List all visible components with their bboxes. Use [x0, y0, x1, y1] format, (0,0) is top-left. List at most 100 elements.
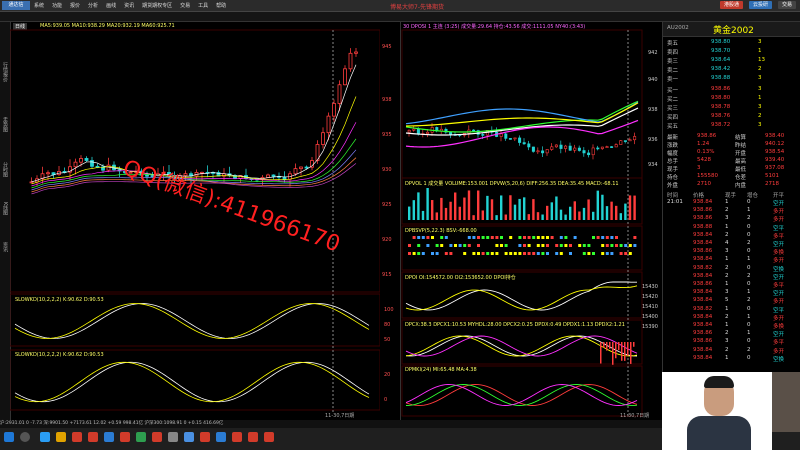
signal-dot [463, 244, 467, 247]
signal-dot [523, 244, 526, 247]
tab-trend[interactable]: 走势图 [1, 117, 9, 132]
candle-body [508, 138, 512, 140]
stat-label: 涨跌 [667, 143, 679, 149]
histogram-bar [630, 342, 632, 364]
volume-bar [426, 188, 429, 220]
menu-draw[interactable]: 画线 [106, 2, 116, 9]
app-icon[interactable] [168, 432, 178, 442]
menu-news[interactable]: 资讯 [124, 2, 134, 9]
candle-body [481, 134, 485, 136]
intraday-chart[interactable] [400, 22, 660, 420]
osc2-header: SLOWKD(10,2,2,2) K:90.62 D:90.53 [15, 352, 104, 358]
signal-dot [518, 244, 522, 247]
app-icon[interactable] [120, 432, 130, 442]
app-icon[interactable] [72, 432, 82, 442]
stat-value: 1.24 [697, 141, 710, 147]
menu-analysis[interactable]: 分析 [88, 2, 98, 9]
tab-news[interactable]: 资讯 [1, 242, 9, 252]
tick-header: 时间 [667, 193, 679, 199]
candle-body [84, 158, 89, 161]
volume-bar [408, 206, 411, 220]
signal-dot [454, 244, 457, 247]
ask-label: 卖四 [667, 50, 679, 56]
tick-cell: 2 [725, 330, 729, 337]
indicator-line [405, 335, 638, 357]
ask-volume: 3 [758, 75, 762, 81]
tick-cell: 938.86 [693, 338, 713, 345]
volume-bar [523, 197, 526, 220]
signal-dot [435, 244, 439, 247]
menu-quote[interactable]: 报价 [70, 2, 80, 9]
trade-button[interactable]: 交易 [777, 1, 796, 9]
volume-bar [596, 190, 599, 220]
tab-kline[interactable]: K线图 [1, 202, 9, 215]
app-icon[interactable] [248, 432, 258, 442]
signal-dot [532, 236, 536, 239]
app-icon[interactable] [136, 432, 146, 442]
app-icon[interactable] [104, 432, 114, 442]
signal-dot [633, 236, 637, 239]
bid-label: 买四 [667, 115, 679, 121]
menu-help[interactable]: 帮助 [216, 2, 226, 9]
bid-volume: 3 [758, 122, 762, 128]
tick-cell: 938.84 [693, 346, 713, 353]
hk-connect-button[interactable]: 港股通 [719, 1, 743, 9]
volume-bar [550, 202, 553, 220]
signal-dot [582, 244, 586, 247]
oi-axis: 15430 [642, 284, 658, 290]
app-icon[interactable] [264, 432, 274, 442]
tab-intraday[interactable]: 分时图 [1, 162, 9, 177]
candle-body [605, 146, 609, 148]
candle-body [326, 115, 331, 134]
signal-dot [536, 244, 540, 247]
app-icon[interactable] [232, 432, 242, 442]
stat-value: 5428 [697, 157, 711, 163]
edge-browser-icon[interactable] [40, 432, 50, 442]
signal-dot [463, 252, 467, 255]
signal-dot [546, 252, 549, 255]
candle-body [282, 176, 287, 180]
tick-cell: 938.84 [693, 322, 713, 328]
menu-function[interactable]: 功能 [52, 2, 62, 9]
menu-system[interactable]: 系统 [34, 2, 44, 9]
app-icon[interactable] [216, 432, 226, 442]
candle-body [614, 144, 618, 148]
windows-start-icon[interactable] [4, 432, 14, 442]
candle-body [577, 147, 581, 151]
candle-body [628, 139, 632, 142]
cloud-research-button[interactable]: 云投研 [748, 1, 772, 9]
volume-bar [504, 214, 507, 220]
app-icon[interactable] [184, 432, 194, 442]
signal-dot [472, 236, 476, 239]
axis-price: 935 [382, 132, 392, 138]
tick-cell: 空开 [773, 274, 785, 281]
volume-bar [546, 205, 549, 220]
app-icon[interactable] [152, 432, 162, 442]
signal-dot [536, 236, 540, 239]
histogram-bar [600, 342, 602, 364]
app-logo: 通达信 [2, 1, 30, 10]
menu-trade[interactable]: 交易 [180, 2, 190, 9]
file-explorer-icon[interactable] [56, 432, 66, 442]
signal-dot [431, 236, 434, 239]
menu-futures[interactable]: 期货期权专区 [142, 2, 172, 9]
search-icon[interactable] [20, 432, 30, 442]
tick-cell: 1 [725, 199, 729, 205]
candle-body [573, 147, 577, 151]
intraday-panel[interactable]: 30 DPOSI 1 主连 (3:25) 成交量:29.64 持仓:43.56 … [400, 22, 660, 420]
tick-cell: 2 [725, 231, 729, 238]
app-icon[interactable] [200, 432, 210, 442]
tab-quote-list[interactable]: 行情报价 [1, 62, 9, 82]
tick-cell: 4 [725, 240, 729, 246]
bid-volume: 3 [758, 104, 762, 110]
tick-cell: 空开 [773, 242, 785, 248]
tick-cell: 3 [725, 215, 729, 222]
menu-tools[interactable]: 工具 [198, 2, 208, 9]
histogram-bar [618, 342, 620, 351]
app-icon[interactable] [88, 432, 98, 442]
signal-dot [495, 236, 499, 239]
tick-cell: 多平 [773, 233, 785, 240]
candle-body [513, 137, 517, 140]
tick-cell: 多换 [773, 250, 785, 257]
vol-panel-header: DPVOL 1 成交量 VOLUME:153.001 DPVW(5,20,6) … [405, 181, 619, 187]
